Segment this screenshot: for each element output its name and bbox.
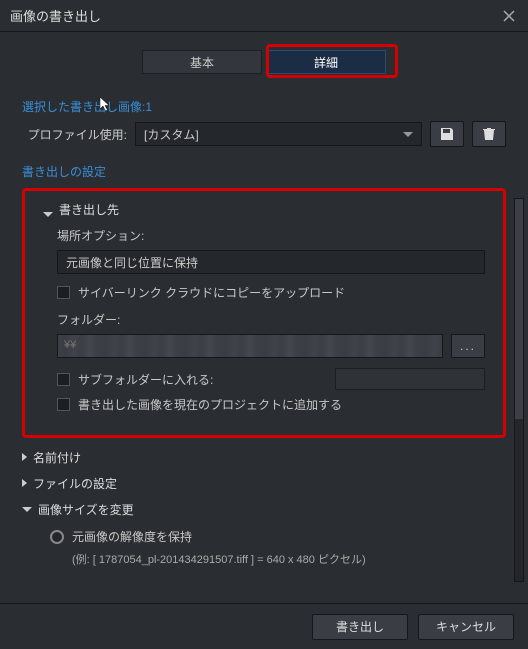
- trash-icon: [481, 126, 497, 142]
- folder-label: フォルダー:: [57, 311, 485, 328]
- browse-label: ...: [460, 339, 476, 353]
- section-naming-title: 名前付け: [33, 449, 81, 466]
- subfolder-label: サブフォルダーに入れる:: [78, 371, 213, 388]
- subfolder-checkbox[interactable]: [57, 373, 70, 386]
- selected-images-row: 選択した書き出し画像:1: [22, 98, 506, 115]
- add-project-label: 書き出した画像を現在のプロジェクトに追加する: [78, 396, 342, 413]
- section-destination-header[interactable]: 書き出し先: [43, 201, 485, 227]
- location-option-select[interactable]: 元画像と同じ位置に保持: [57, 250, 485, 274]
- upload-cloud-checkbox[interactable]: [57, 286, 70, 299]
- scrollbar-thumb[interactable]: [515, 199, 523, 419]
- export-button-label: 書き出し: [336, 618, 384, 635]
- keep-resolution-radio[interactable]: [50, 530, 64, 544]
- section-resize-title: 画像サイズを変更: [38, 501, 134, 518]
- location-option-value: 元画像と同じ位置に保持: [66, 254, 198, 271]
- section-file-settings-title: ファイルの設定: [33, 475, 117, 492]
- save-icon: [439, 126, 455, 142]
- section-file-settings-header[interactable]: ファイルの設定: [22, 470, 506, 496]
- delete-profile-button[interactable]: [472, 121, 506, 147]
- tab-advanced[interactable]: 詳細: [266, 50, 386, 74]
- selected-images-count: 1: [145, 100, 152, 114]
- upload-cloud-label: サイバーリンク クラウドにコピーをアップロード: [78, 284, 345, 301]
- disclosure-right-icon: [22, 453, 27, 461]
- section-naming-header[interactable]: 名前付け: [22, 444, 506, 470]
- tab-basic[interactable]: 基本: [142, 50, 262, 74]
- profile-row: プロファイル使用: [カスタム]: [22, 121, 506, 147]
- close-icon: [502, 9, 516, 23]
- selected-images-label: 選択した書き出し画像:: [22, 100, 145, 114]
- footer: 書き出し キャンセル: [0, 603, 528, 649]
- window-title: 画像の書き出し: [10, 6, 101, 25]
- destination-panel: 書き出し先 場所オプション: 元画像と同じ位置に保持 サイバーリンク クラウドに…: [22, 188, 506, 438]
- tab-basic-label: 基本: [190, 54, 214, 71]
- disclosure-right-icon: [22, 479, 27, 487]
- profile-label: プロファイル使用:: [22, 126, 127, 143]
- keep-resolution-label: 元画像の解像度を保持: [72, 528, 192, 545]
- export-settings-label: 書き出しの設定: [22, 163, 506, 180]
- folder-path-field: ¥¥: [57, 334, 443, 358]
- folder-path-prefix: ¥¥: [64, 339, 76, 351]
- cancel-button[interactable]: キャンセル: [418, 614, 514, 640]
- profile-value: [カスタム]: [144, 126, 199, 143]
- subfolder-input[interactable]: [335, 368, 485, 390]
- resize-example: (例: [ 1787054_pl-201434291507.tiff ] = 6…: [72, 551, 506, 567]
- location-option-label: 場所オプション:: [57, 227, 485, 244]
- export-button[interactable]: 書き出し: [312, 614, 408, 640]
- browse-button[interactable]: ...: [451, 334, 485, 358]
- disclosure-down-icon: [22, 507, 32, 512]
- save-profile-button[interactable]: [430, 121, 464, 147]
- tab-advanced-label: 詳細: [314, 54, 338, 71]
- section-destination-title: 書き出し先: [59, 201, 119, 218]
- vertical-scrollbar[interactable]: [514, 198, 524, 582]
- tab-bar: 基本 詳細: [0, 32, 528, 84]
- chevron-down-icon: [403, 132, 413, 137]
- title-bar: 画像の書き出し: [0, 0, 528, 32]
- section-resize-header[interactable]: 画像サイズを変更: [22, 496, 506, 522]
- add-project-checkbox[interactable]: [57, 398, 70, 411]
- disclosure-down-icon: [43, 212, 53, 217]
- cancel-button-label: キャンセル: [436, 618, 496, 635]
- profile-select[interactable]: [カスタム]: [135, 122, 422, 146]
- close-button[interactable]: [500, 7, 518, 25]
